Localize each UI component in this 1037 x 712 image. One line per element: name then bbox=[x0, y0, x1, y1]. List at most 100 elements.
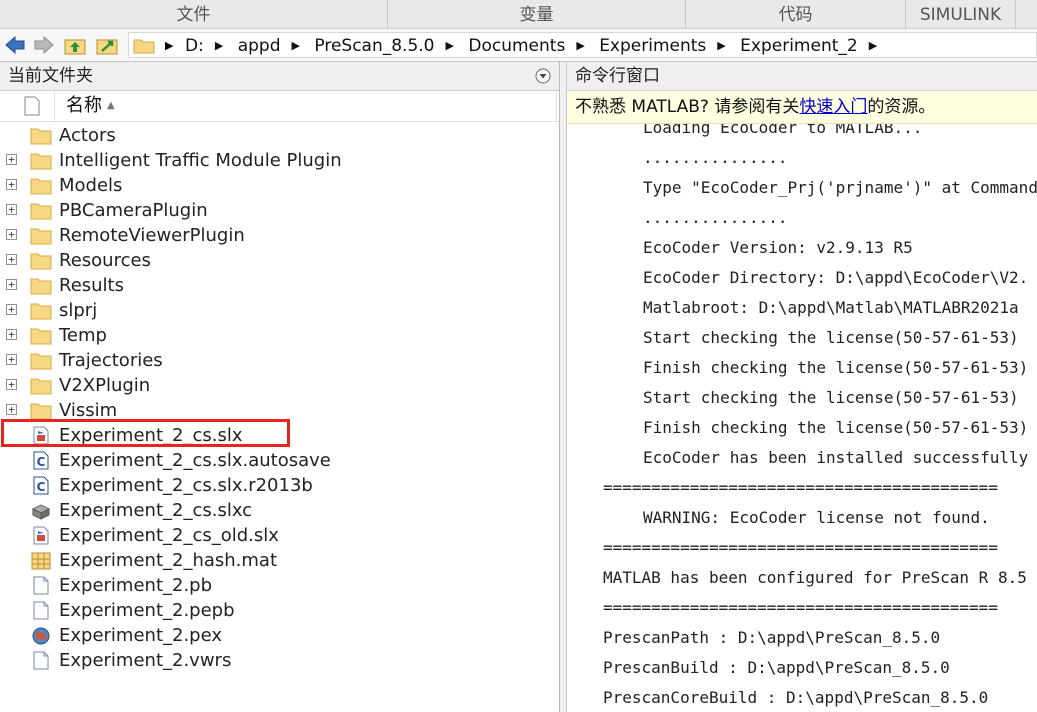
chevron-right-icon[interactable]: ▶ bbox=[292, 39, 300, 52]
tab-code[interactable]: 代码 bbox=[686, 0, 906, 28]
svg-text:C: C bbox=[37, 455, 46, 469]
folder-icon bbox=[30, 151, 52, 170]
name-column-header[interactable]: 名称 bbox=[66, 91, 102, 121]
breadcrumb-item[interactable]: Experiment_2 bbox=[740, 36, 858, 56]
console-output[interactable]: Loading EcoCoder to MATLAB..............… bbox=[567, 124, 1037, 712]
file-row[interactable]: Experiment_2_cs_old.slx bbox=[0, 523, 559, 548]
expand-icon[interactable]: + bbox=[6, 229, 17, 240]
forward-arrow-icon[interactable] bbox=[33, 33, 55, 57]
console-line: ========================================… bbox=[603, 478, 998, 497]
tab-file[interactable]: 文件 bbox=[0, 0, 388, 28]
expand-icon[interactable]: + bbox=[6, 404, 17, 415]
tab-variable[interactable]: 变量 bbox=[388, 0, 686, 28]
console-line: ............... bbox=[643, 148, 788, 167]
toolstrip-tabs: 文件 变量 代码 SIMULINK bbox=[0, 0, 1037, 29]
chevron-right-icon[interactable]: ▶ bbox=[576, 39, 584, 52]
item-name: Experiment_2_cs_old.slx bbox=[59, 525, 279, 546]
console-line: EcoCoder has been installed successfully bbox=[643, 448, 1029, 467]
panel-menu-icon[interactable] bbox=[535, 68, 551, 84]
tab-simulink[interactable]: SIMULINK bbox=[906, 0, 1016, 28]
simulink-model-icon bbox=[30, 526, 52, 545]
console-line: Start checking the license(50-57-61-53) bbox=[643, 328, 1019, 347]
notice-text: 不熟悉 MATLAB? 请参阅有关 bbox=[575, 97, 800, 117]
item-name: slprj bbox=[59, 300, 98, 321]
item-name: Temp bbox=[59, 325, 107, 346]
breadcrumb-item[interactable]: Experiments bbox=[599, 36, 706, 56]
expand-icon[interactable]: + bbox=[6, 154, 17, 165]
folder-icon bbox=[30, 251, 52, 270]
folder-row[interactable]: + Results bbox=[0, 273, 559, 298]
quick-start-link[interactable]: 快速入门 bbox=[799, 97, 867, 117]
folder-row[interactable]: + Intelligent Traffic Module Plugin bbox=[0, 148, 559, 173]
expand-icon[interactable]: + bbox=[6, 204, 17, 215]
folder-row[interactable]: + PBCameraPlugin bbox=[0, 198, 559, 223]
console-line: WARNING: EcoCoder license not found. bbox=[643, 508, 990, 527]
console-line: PrescanBuild : D:\appd\PreScan_8.5.0 bbox=[603, 658, 950, 677]
console-line: ............... bbox=[643, 208, 788, 227]
getting-started-notice: 不熟悉 MATLAB? 请参阅有关快速入门的资源。 bbox=[567, 91, 1037, 124]
path-field[interactable]: ▶ D: ▶ appd ▶ PreScan_8.5.0 ▶ Documents ▶ Ex… bbox=[128, 32, 1037, 58]
expand-icon[interactable]: + bbox=[6, 354, 17, 365]
console-line: ========================================… bbox=[603, 538, 998, 557]
item-name: Experiment_2_cs.slxc bbox=[59, 500, 253, 521]
expand-icon[interactable]: + bbox=[6, 379, 17, 390]
file-row[interactable]: Experiment_2.pb bbox=[0, 573, 559, 598]
notice-text: 的资源。 bbox=[867, 97, 936, 117]
folder-icon bbox=[30, 326, 52, 345]
file-row[interactable]: Experiment_2.vwrs bbox=[0, 648, 559, 673]
expand-icon[interactable]: + bbox=[6, 279, 17, 290]
expand-icon[interactable]: + bbox=[6, 254, 17, 265]
panel-title: 当前文件夹 bbox=[8, 66, 93, 86]
folder-row[interactable]: + Trajectories bbox=[0, 348, 559, 373]
folder-row[interactable]: + Resources bbox=[0, 248, 559, 273]
item-name: Actors bbox=[59, 125, 116, 146]
expand-icon[interactable]: + bbox=[6, 329, 17, 340]
breadcrumb-item[interactable]: D: bbox=[185, 36, 204, 56]
file-row[interactable]: C Experiment_2_cs.slx.autosave bbox=[0, 448, 559, 473]
item-name: V2XPlugin bbox=[59, 375, 151, 396]
breadcrumb-item[interactable]: PreScan_8.5.0 bbox=[314, 36, 434, 56]
file-row[interactable]: Experiment_2_hash.mat bbox=[0, 548, 559, 573]
chevron-right-icon[interactable]: ▶ bbox=[446, 39, 454, 52]
chevron-right-icon[interactable]: ▶ bbox=[717, 39, 725, 52]
folder-row[interactable]: + Models bbox=[0, 173, 559, 198]
item-name: Experiment_2.pex bbox=[59, 625, 223, 646]
current-folder-panel: 当前文件夹 名称 ▲ Actors + Intelligent Traffic Mo… bbox=[0, 62, 560, 712]
breadcrumb-item[interactable]: appd bbox=[238, 36, 281, 56]
file-row[interactable]: Experiment_2.pex bbox=[0, 623, 559, 648]
breadcrumb-item[interactable]: Documents bbox=[468, 36, 565, 56]
folder-row[interactable]: Actors bbox=[0, 123, 559, 148]
current-folder-header: 当前文件夹 bbox=[0, 62, 559, 91]
expand-icon[interactable]: + bbox=[6, 179, 17, 190]
item-name: Experiment_2_hash.mat bbox=[59, 550, 278, 571]
folder-row[interactable]: + Temp bbox=[0, 323, 559, 348]
chevron-right-icon[interactable]: ▶ bbox=[215, 39, 223, 52]
folder-icon bbox=[30, 226, 52, 245]
file-type-column-icon bbox=[24, 96, 40, 116]
folder-icon bbox=[30, 301, 52, 320]
console-line: PrescanCoreBuild : D:\appd\PreScan_8.5.0 bbox=[603, 688, 989, 707]
svg-text:C: C bbox=[37, 480, 46, 494]
expand-icon[interactable]: + bbox=[6, 304, 17, 315]
item-name: Experiment_2.pepb bbox=[59, 600, 235, 621]
up-folder-icon[interactable] bbox=[64, 33, 86, 57]
chevron-right-icon[interactable]: ▶ bbox=[869, 39, 877, 52]
folder-icon bbox=[30, 176, 52, 195]
browse-folder-icon[interactable] bbox=[96, 33, 118, 57]
folder-row[interactable]: + V2XPlugin bbox=[0, 373, 559, 398]
file-row[interactable]: Experiment_2_cs.slxc bbox=[0, 498, 559, 523]
file-row[interactable]: C Experiment_2_cs.slx.r2013b bbox=[0, 473, 559, 498]
console-line: Finish checking the license(50-57-61-53) bbox=[643, 418, 1029, 437]
c-file-icon: C bbox=[30, 476, 52, 495]
back-arrow-icon[interactable] bbox=[4, 33, 26, 57]
chevron-right-icon[interactable]: ▶ bbox=[165, 33, 173, 59]
folder-icon bbox=[133, 39, 155, 54]
folder-row[interactable]: + slprj bbox=[0, 298, 559, 323]
console-line: EcoCoder Directory: D:\appd\EcoCoder\V2. bbox=[643, 268, 1029, 287]
item-name: Intelligent Traffic Module Plugin bbox=[59, 150, 342, 171]
sort-ascending-icon[interactable]: ▲ bbox=[107, 91, 115, 121]
folder-icon bbox=[30, 376, 52, 395]
console-line: EcoCoder Version: v2.9.13 R5 bbox=[643, 238, 913, 257]
folder-row[interactable]: + RemoteViewerPlugin bbox=[0, 223, 559, 248]
file-row[interactable]: Experiment_2.pepb bbox=[0, 598, 559, 623]
